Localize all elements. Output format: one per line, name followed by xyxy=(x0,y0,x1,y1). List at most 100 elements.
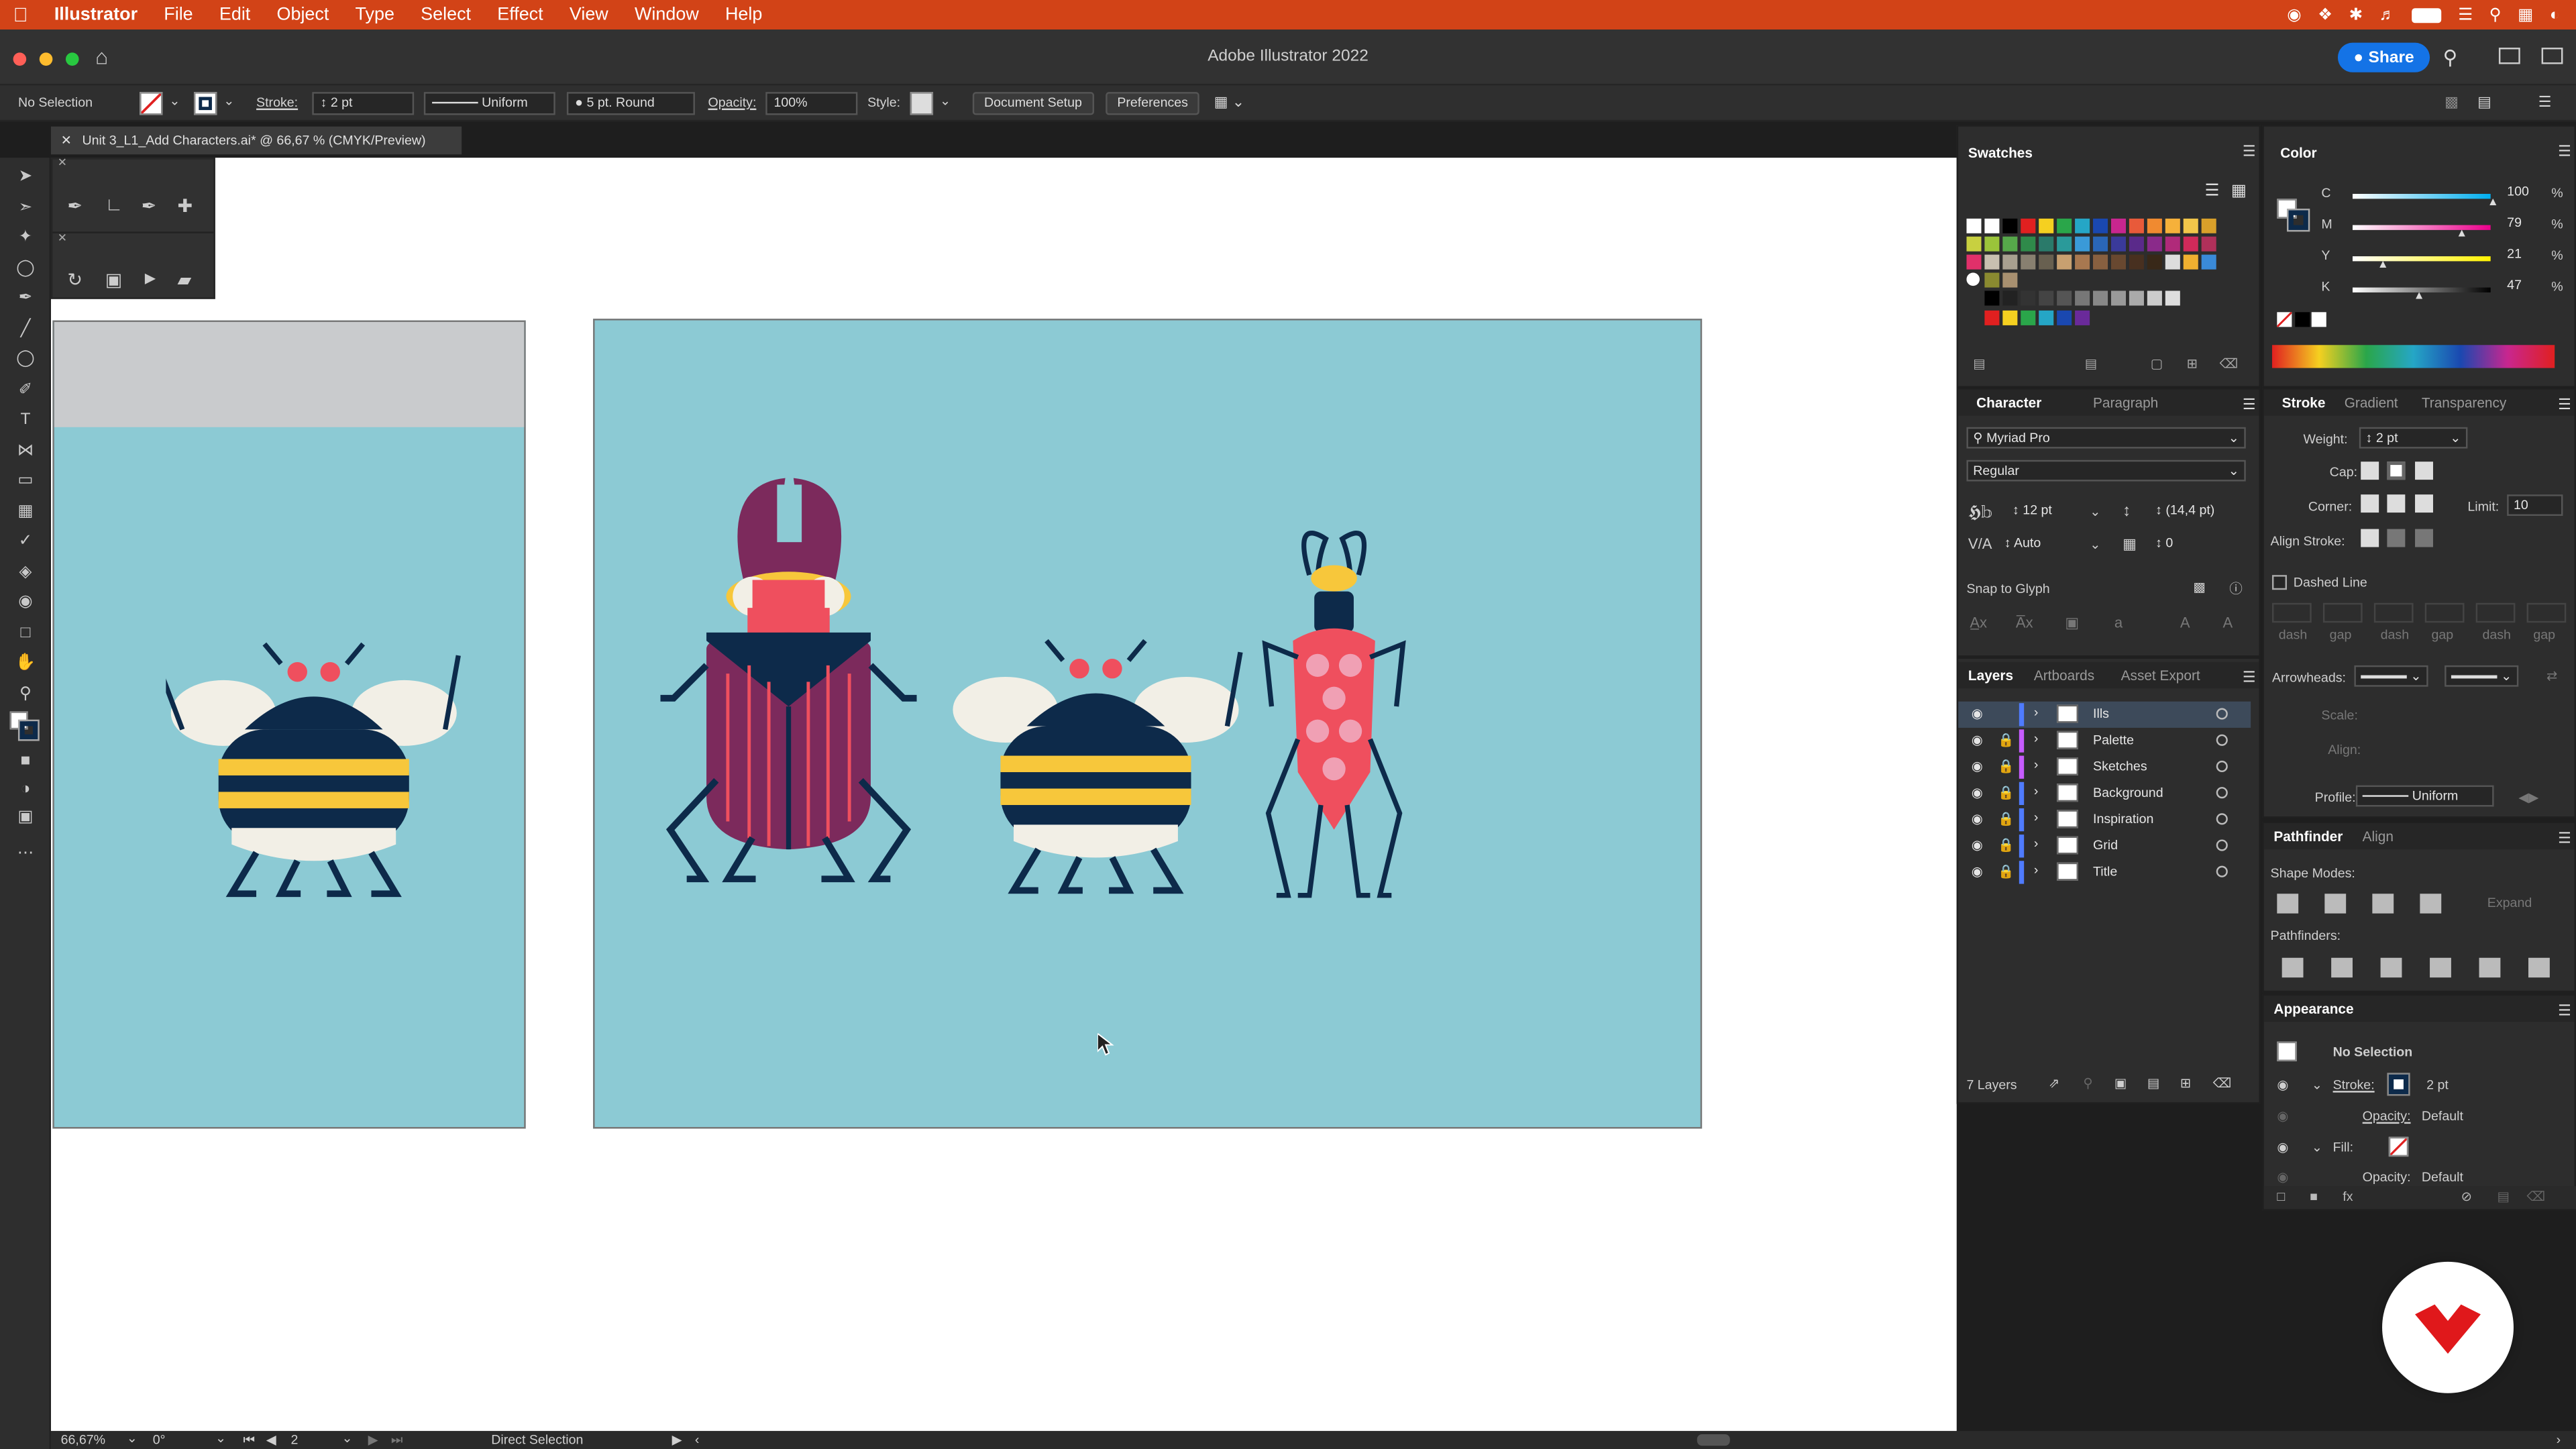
dash-field[interactable] xyxy=(2373,602,2414,623)
layer-name[interactable]: Grid xyxy=(2093,838,2118,853)
align-options-icon[interactable]: ▩ xyxy=(2445,94,2459,112)
scroll-right-icon[interactable]: › xyxy=(2557,1433,2561,1448)
stroke-tab[interactable]: Stroke xyxy=(2282,394,2326,411)
target-circle-icon[interactable] xyxy=(2216,787,2228,799)
menu-edit[interactable]: Edit xyxy=(206,0,264,30)
new-color-group-icon[interactable]: ▢ xyxy=(2151,356,2163,371)
paragraph-tab[interactable]: Paragraph xyxy=(2093,394,2158,411)
menu-window[interactable]: Window xyxy=(621,0,712,30)
snap-glyph-bounds-icon[interactable]: ▣ xyxy=(2065,614,2079,633)
panel-menu-icon[interactable]: ☰ xyxy=(2558,396,2571,414)
horizontal-scrollbar-thumb[interactable] xyxy=(1697,1434,1730,1446)
visibility-eye-icon[interactable]: ◉ xyxy=(1972,812,1983,826)
exclude-button[interactable] xyxy=(2420,894,2442,914)
width-tool-icon[interactable]: ⋈ xyxy=(15,442,36,460)
show-swatch-kinds-icon[interactable]: ▤ xyxy=(2085,356,2098,371)
blend-tool-icon[interactable]: ◈ xyxy=(15,564,36,582)
end-arrowhead-select[interactable]: ⌄ xyxy=(2445,665,2519,687)
control-center-icon[interactable]: ▦ xyxy=(2518,6,2533,24)
add-new-stroke-icon[interactable]: □ xyxy=(2277,1189,2285,1204)
intersect-button[interactable] xyxy=(2372,894,2394,914)
kerning-field[interactable]: ↕ Auto xyxy=(1999,534,2090,555)
first-artboard-icon[interactable]: ⏮ xyxy=(243,1433,255,1449)
layer-row[interactable]: ◉ › Ills xyxy=(1958,701,2251,728)
outline-button[interactable] xyxy=(2479,957,2501,978)
panel-menu-icon[interactable]: ☰ xyxy=(2243,396,2256,414)
lock-icon[interactable]: 🔒 xyxy=(1998,864,2014,879)
brush-definition-select[interactable]: ● 5 pt. Round xyxy=(566,92,695,115)
previous-artboard-icon[interactable]: ◀ xyxy=(266,1433,276,1448)
visibility-eye-icon[interactable]: ◉ xyxy=(1972,759,1983,773)
slider-thumb-c[interactable]: ▲ xyxy=(2487,197,2499,209)
target-circle-icon[interactable] xyxy=(2216,708,2228,720)
bee-illustration-center[interactable] xyxy=(948,628,1244,907)
bee-illustration-left[interactable] xyxy=(166,631,462,910)
magic-wand-tool-icon[interactable]: ✦ xyxy=(15,228,36,246)
scroll-left-icon[interactable]: ‹ xyxy=(695,1433,700,1448)
rotate-tool-icon[interactable]: ↻ xyxy=(67,270,83,290)
appearance-stroke-label[interactable]: Stroke: xyxy=(2333,1078,2375,1093)
eyedropper-tool-icon[interactable]: ✓ xyxy=(15,532,36,550)
appearance-fill-swatch[interactable] xyxy=(2388,1136,2409,1157)
target-circle-icon[interactable] xyxy=(2216,734,2228,746)
anchor-point-tool-icon[interactable]: ∟ xyxy=(105,195,123,215)
pen-tool-icon[interactable]: ✒ xyxy=(15,289,36,307)
chevron-down-icon[interactable]: ⌄ xyxy=(2090,537,2100,552)
eye-icon[interactable]: ◉ xyxy=(2277,1140,2288,1155)
menu-type[interactable]: Type xyxy=(342,0,408,30)
stroke-dropdown-icon[interactable]: ⌄ xyxy=(223,94,234,109)
unite-button[interactable] xyxy=(2277,894,2299,914)
layer-name[interactable]: Palette xyxy=(2093,733,2134,747)
expand-layer-chevron-icon[interactable]: › xyxy=(2034,757,2039,772)
align-stroke-inside-button[interactable] xyxy=(2387,529,2406,547)
wifi-icon[interactable]: ☰ xyxy=(2458,6,2473,24)
search-icon[interactable]: ⚲ xyxy=(2443,46,2458,69)
document-setup-button[interactable]: Document Setup xyxy=(972,92,1094,115)
swatch-grid[interactable] xyxy=(1966,218,2237,333)
snap-x-height-icon[interactable]: A̅x xyxy=(2016,614,2033,631)
expand-layer-chevron-icon[interactable]: › xyxy=(2034,705,2039,720)
layer-name[interactable]: Inspiration xyxy=(2093,812,2153,826)
dashed-line-checkbox[interactable] xyxy=(2271,575,2288,590)
slider-track-y[interactable] xyxy=(2352,256,2491,262)
opacity-label[interactable]: Opacity: xyxy=(708,95,757,110)
panel-menu-icon[interactable]: ☰ xyxy=(2558,1002,2571,1020)
projecting-cap-button[interactable] xyxy=(2415,462,2433,480)
target-circle-icon[interactable] xyxy=(2216,760,2228,773)
swap-arrowheads-icon[interactable]: ⇄ xyxy=(2546,669,2557,684)
align-stroke-center-button[interactable] xyxy=(2361,529,2379,547)
dash-field[interactable] xyxy=(2271,602,2312,623)
layer-name[interactable]: Background xyxy=(2093,786,2163,800)
close-panel-icon[interactable]: ✕ xyxy=(58,231,67,245)
none-swatch[interactable] xyxy=(2277,312,2292,327)
curvature-tool-icon[interactable]: ✒ xyxy=(142,195,157,217)
lasso-tool-icon[interactable]: ◯ xyxy=(15,260,36,278)
canvas[interactable] xyxy=(50,158,1957,1433)
menu-view[interactable]: View xyxy=(556,0,621,30)
battery-icon[interactable] xyxy=(2412,7,2442,23)
appearance-stroke-value[interactable]: 2 pt xyxy=(2426,1078,2449,1093)
fill-stroke-indicator[interactable] xyxy=(2277,199,2310,232)
snap-angular-icon[interactable]: A xyxy=(2180,614,2190,631)
font-style-select[interactable]: Regular ⌄ xyxy=(1966,460,2246,482)
menu-help[interactable]: Help xyxy=(712,0,775,30)
chevron-down-icon[interactable]: ⌄ xyxy=(2312,1078,2322,1093)
paintbrush-tool-icon[interactable]: ✐ xyxy=(15,381,36,399)
graphic-style-swatch[interactable] xyxy=(910,92,934,115)
tracking-field[interactable]: ↕ 0 xyxy=(2151,534,2243,555)
slider-track-m[interactable] xyxy=(2352,225,2491,230)
appearance-stroke-swatch[interactable] xyxy=(2387,1073,2410,1096)
style-dropdown-icon[interactable]: ⌄ xyxy=(940,94,951,109)
chevron-down-icon[interactable]: ⌄ xyxy=(215,1431,226,1446)
chevron-down-icon[interactable]: ⌄ xyxy=(127,1431,138,1446)
gradient-tab[interactable]: Gradient xyxy=(2345,394,2398,411)
preferences-button[interactable]: Preferences xyxy=(1106,92,1200,115)
snap-baseline-icon[interactable]: A̲x xyxy=(1970,614,1987,631)
transparency-tab[interactable]: Transparency xyxy=(2422,394,2507,411)
gap-field[interactable] xyxy=(2322,602,2363,623)
color-tab[interactable]: Color xyxy=(2280,145,2316,161)
artboard-number-field[interactable]: 2 xyxy=(290,1433,298,1448)
channel-value-m[interactable]: 79 xyxy=(2502,213,2548,235)
lock-icon[interactable]: 🔒 xyxy=(1998,786,2014,800)
stroke-label[interactable]: Stroke: xyxy=(256,95,298,110)
